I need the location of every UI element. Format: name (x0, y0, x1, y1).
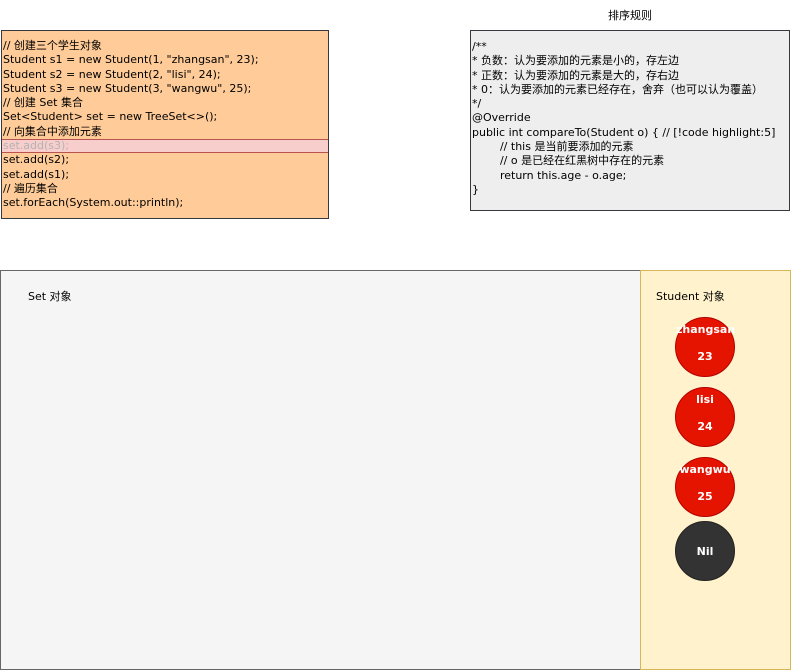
rule-line: @Override (472, 111, 531, 125)
code-line: // 遍历集合 (3, 181, 58, 195)
student-age: 23 (697, 350, 713, 363)
student-node-lisi[interactable]: lisi 24 (675, 387, 735, 447)
code-block: // 创建三个学生对象 Student s1 = new Student(1, … (1, 30, 329, 219)
rule-line: // this 是当前要添加的元素 (472, 140, 634, 154)
rule-line: * 0：认为要添加的元素已经存在，舍弃（也可以认为覆盖） (472, 82, 763, 96)
code-line: Student s1 = new Student(1, "zhangsan", … (3, 53, 259, 67)
code-line: set.add(s2); (3, 153, 70, 167)
code-line: set.add(s1); (3, 167, 70, 181)
set-object-label: Set 对象 (28, 290, 72, 303)
rule-line: * 负数：认为要添加的元素是小的，存左边 (472, 54, 679, 68)
rule-line: /** (472, 40, 487, 53)
student-name: wangwu (679, 463, 731, 476)
rule-line: * 正数：认为要添加的元素是大的，存右边 (472, 68, 679, 82)
code-line: Student s2 = new Student(2, "lisi", 24); (3, 67, 221, 81)
student-node-zhangsan[interactable]: zhangsan 23 (675, 317, 735, 377)
set-object-panel: Set 对象 (0, 270, 641, 670)
rule-line: return this.age - o.age; (472, 168, 627, 182)
code-line-highlighted: set.add(s3); (2, 139, 328, 154)
student-node-wangwu[interactable]: wangwu 25 (675, 457, 735, 517)
rule-line: // o 是已经在红黑树中存在的元素 (472, 154, 665, 168)
student-object-panel: Student 对象 zhangsan 23 lisi 24 wangwu 25… (640, 270, 791, 670)
student-age: 24 (697, 420, 713, 433)
code-line: // 向集合中添加元素 (3, 124, 102, 138)
nil-label: Nil (696, 544, 714, 558)
rules-title: 排序规则 (608, 9, 652, 22)
code-line: set.forEach(System.out::println); (3, 196, 184, 210)
rule-line: } (472, 182, 479, 196)
code-line: // 创建三个学生对象 (3, 39, 102, 52)
rules-block: /** * 负数：认为要添加的元素是小的，存左边 * 正数：认为要添加的元素是大… (470, 30, 790, 211)
code-line: Set<Student> set = new TreeSet<>(); (3, 110, 218, 124)
code-line: Student s3 = new Student(3, "wangwu", 25… (3, 81, 252, 95)
student-object-label: Student 对象 (656, 290, 725, 303)
rule-line: public int compareTo(Student o) { // [!c… (472, 125, 776, 139)
rule-line: */ (472, 97, 482, 111)
student-name: zhangsan (676, 323, 736, 336)
student-age: 25 (697, 490, 713, 503)
student-name: lisi (696, 393, 714, 406)
nil-node[interactable]: Nil (675, 521, 735, 581)
code-line: // 创建 Set 集合 (3, 96, 83, 110)
